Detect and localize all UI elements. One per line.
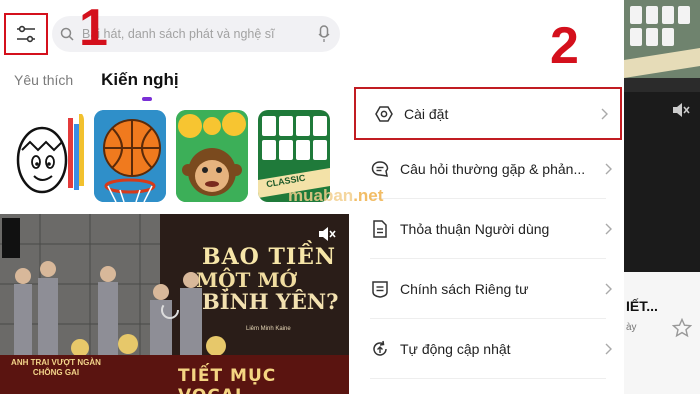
video-title-line1: BAO TIỀN: [202, 244, 337, 270]
tabs: Yêu thích Kiến nghị: [14, 70, 179, 90]
menu-item-label: Cài đặt: [404, 105, 449, 122]
speaker-muted-icon: [319, 227, 336, 241]
chat-bubble-icon: [370, 159, 390, 179]
game-tile-coloring[interactable]: [12, 110, 84, 202]
search-icon: [60, 27, 74, 41]
tab-favorites[interactable]: Yêu thích: [14, 72, 73, 88]
strip-title: IẾT...: [626, 298, 658, 314]
sliders-icon: [17, 25, 35, 43]
refresh-up-icon: [370, 339, 390, 359]
strip-subtitle: ày: [626, 322, 637, 333]
menu-item-label: Thỏa thuận Người dùng: [400, 221, 550, 237]
background-screen-strip: IẾT... ày: [624, 0, 700, 394]
chevron-right-icon: [602, 343, 614, 355]
chevron-right-icon: [602, 283, 614, 295]
menu-item-label: Câu hỏi thường gặp & phản...: [400, 161, 586, 177]
watermark-text: muaban: [288, 186, 354, 205]
settings-menu: Cài đặt Câu hỏi thường gặp & phản... Thỏ…: [352, 86, 624, 379]
microphone-icon[interactable]: [318, 25, 330, 43]
watermark-suffix: .net: [353, 186, 384, 205]
video-artist: Liêm Minh Kaine: [246, 326, 291, 332]
star-icon: [671, 317, 693, 338]
right-panel: 2 Cài đặt Câu hỏi thường gặp & phản... T…: [352, 0, 624, 394]
playing-cards-icon: [624, 0, 700, 78]
egg-character-icon: [16, 114, 84, 194]
settings-sliders-button[interactable]: [4, 13, 48, 55]
show-logo-text: ANH TRAI VƯỢT NGÀN CHÔNG GAI: [11, 358, 101, 377]
video-title-line3: BÌNH YÊN?: [202, 289, 339, 314]
chevron-right-icon: [602, 223, 614, 235]
game-tile-emoji[interactable]: [176, 110, 248, 202]
menu-item-user-agreement[interactable]: Thỏa thuận Người dùng: [352, 199, 624, 259]
shield-doc-icon: [370, 279, 390, 299]
document-icon: [370, 219, 390, 239]
search-input[interactable]: [82, 27, 318, 41]
menu-item-auto-update[interactable]: Tự động cập nhật: [352, 319, 624, 379]
menu-item-settings[interactable]: Cài đặt: [354, 87, 622, 140]
step-number-1: 1: [79, 0, 108, 57]
active-tab-indicator: [142, 97, 152, 101]
game-list: CLASSIC: [12, 110, 330, 202]
chevron-right-icon: [598, 108, 610, 120]
tab-recommended[interactable]: Kiến nghị: [101, 70, 178, 90]
menu-item-faq[interactable]: Câu hỏi thường gặp & phản...: [352, 139, 624, 199]
basketball-icon: [94, 110, 166, 202]
menu-item-label: Tự động cập nhật: [400, 341, 511, 357]
monkey-emoji-icon: [176, 110, 248, 202]
video-banner-text: TIẾT MỤC VOCAL: [178, 366, 277, 394]
menu-item-label: Chính sách Riêng tư: [400, 281, 529, 297]
strip-game-thumbnail: [624, 0, 700, 78]
menu-item-privacy-policy[interactable]: Chính sách Riêng tư: [352, 259, 624, 319]
menu-separator: [370, 378, 606, 379]
step-number-2: 2: [550, 17, 579, 75]
game-tile-basketball[interactable]: [94, 110, 166, 202]
chevron-right-icon: [602, 163, 614, 175]
gear-hexagon-icon: [374, 104, 394, 124]
speaker-muted-icon: [672, 102, 692, 122]
watermark: muaban.net: [288, 186, 383, 206]
mute-button[interactable]: [315, 222, 339, 246]
